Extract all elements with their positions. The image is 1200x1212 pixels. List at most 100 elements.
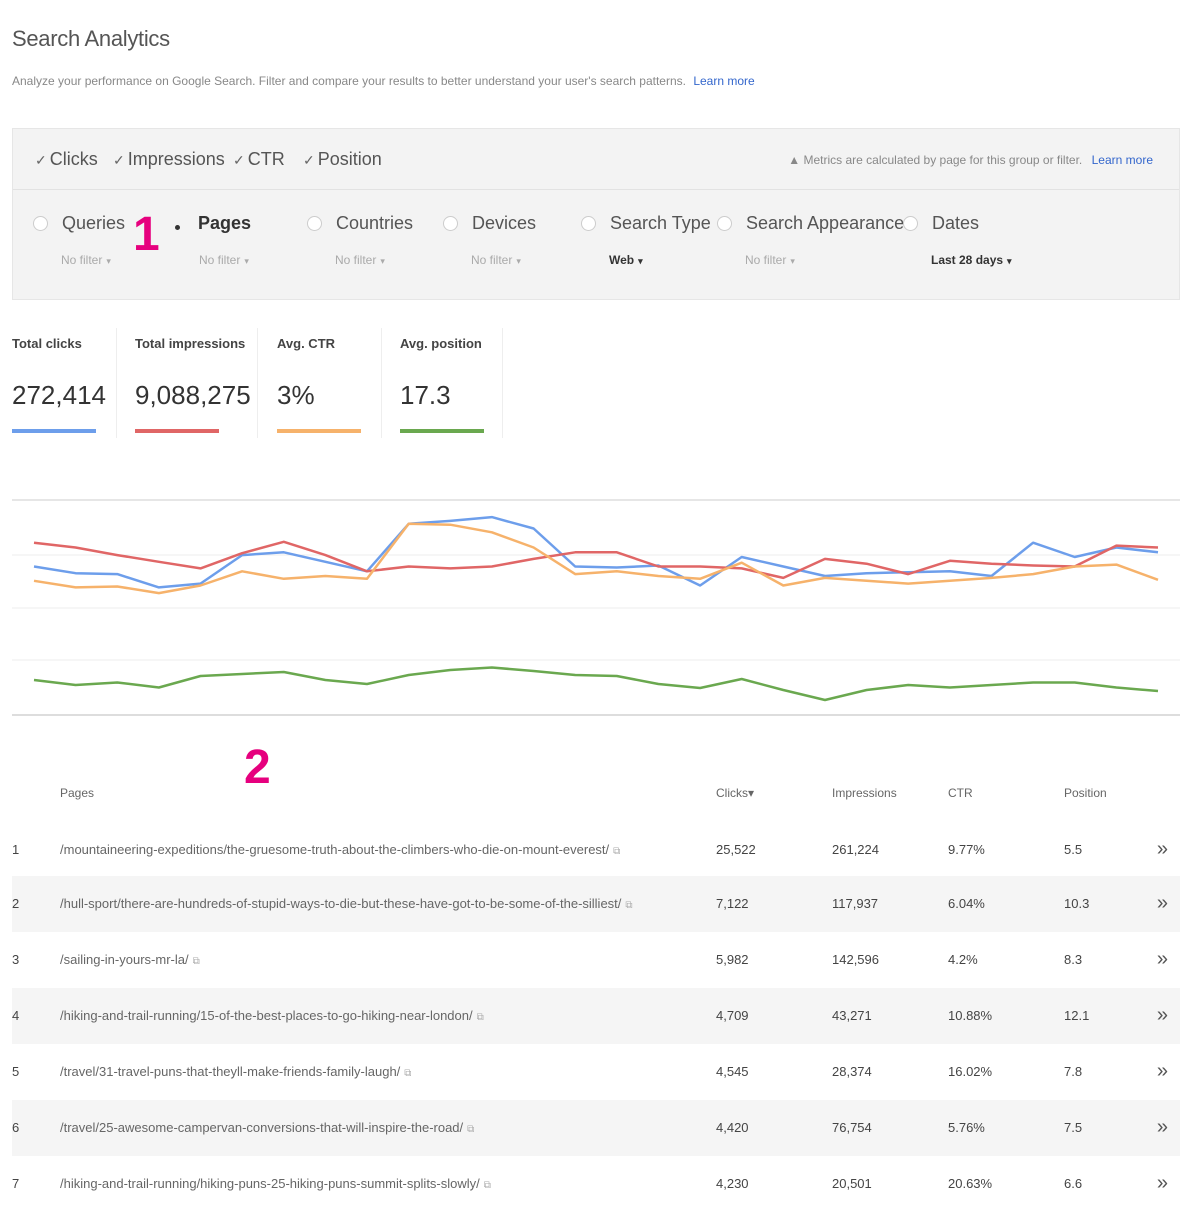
table-row[interactable]: 4/hiking-and-trail-running/15-of-the-bes… — [12, 988, 1180, 1044]
radio-icon[interactable] — [307, 216, 322, 231]
row-details-arrow-icon[interactable]: » — [1157, 838, 1168, 861]
row-details-arrow-icon[interactable]: » — [1157, 948, 1168, 971]
row-details-arrow-icon[interactable]: » — [1157, 892, 1168, 915]
card-label: Avg. CTR — [277, 336, 336, 351]
card-label: Total clicks — [12, 336, 82, 351]
row-page-url[interactable]: /mountaineering-expeditions/the-gruesome… — [60, 842, 609, 857]
radio-icon[interactable] — [443, 216, 458, 231]
column-header-impressions[interactable]: Impressions — [832, 786, 897, 800]
card-color-bar — [135, 429, 219, 433]
card-value: 9,088,275 — [135, 380, 251, 410]
filter-value[interactable]: No filter ▾ — [471, 253, 521, 267]
page-title: Search Analytics — [12, 26, 170, 51]
row-page-cell[interactable]: /hull-sport/there-are-hundreds-of-stupid… — [60, 896, 633, 911]
row-impressions: 142,596 — [832, 952, 879, 967]
external-link-icon[interactable]: ⧉ — [625, 900, 632, 911]
metrics-learn-more-link[interactable]: Learn more — [1092, 153, 1153, 167]
row-clicks: 5,982 — [716, 952, 749, 967]
table-row[interactable]: 5/travel/31-travel-puns-that-theyll-make… — [12, 1044, 1180, 1100]
row-page-cell[interactable]: /hiking-and-trail-running/15-of-the-best… — [60, 1008, 484, 1023]
filter-queries[interactable]: Queries No filter ▾ — [33, 213, 125, 267]
card-label: Total impressions — [135, 336, 246, 351]
filter-countries[interactable]: Countries No filter ▾ — [307, 213, 413, 267]
caret-down-icon: ▾ — [244, 256, 249, 266]
performance-chart — [12, 499, 1180, 716]
row-ctr: 6.04% — [948, 896, 985, 911]
row-page-cell[interactable]: /travel/31-travel-puns-that-theyll-make-… — [60, 1064, 411, 1079]
radio-selected-icon[interactable] — [171, 217, 184, 230]
series-line-avg-position — [33, 666, 1159, 702]
caret-down-icon: ▾ — [638, 256, 643, 266]
filter-search-appearance[interactable]: Search Appearance No filter ▾ — [717, 213, 904, 267]
row-page-cell[interactable]: /mountaineering-expeditions/the-gruesome… — [60, 842, 620, 857]
external-link-icon[interactable]: ⧉ — [404, 1068, 411, 1079]
row-page-url[interactable]: /hiking-and-trail-running/hiking-puns-25… — [60, 1176, 480, 1191]
column-header-ctr[interactable]: CTR — [948, 786, 973, 800]
column-header-pages[interactable]: Pages — [60, 786, 94, 800]
row-page-url[interactable]: /travel/31-travel-puns-that-theyll-make-… — [60, 1064, 400, 1079]
row-ctr: 5.76% — [948, 1120, 985, 1135]
external-link-icon[interactable]: ⧉ — [467, 1124, 474, 1135]
filter-value[interactable]: No filter ▾ — [335, 253, 385, 267]
filter-value[interactable]: No filter ▾ — [199, 253, 249, 267]
row-details-arrow-icon[interactable]: » — [1157, 1004, 1168, 1027]
row-page-url[interactable]: /sailing-in-yours-mr-la/ — [60, 952, 189, 967]
row-page-url[interactable]: /hull-sport/there-are-hundreds-of-stupid… — [60, 896, 621, 911]
metric-toggle-impressions[interactable]: ✓ Impressions — [113, 149, 225, 170]
filter-pages[interactable]: Pages No filter ▾ — [171, 213, 251, 267]
external-link-icon[interactable]: ⧉ — [613, 846, 620, 857]
learn-more-link[interactable]: Learn more — [693, 74, 754, 88]
filter-search-type[interactable]: Search Type Web ▾ — [581, 213, 711, 267]
caret-down-icon: ▾ — [790, 256, 795, 266]
row-details-arrow-icon[interactable]: » — [1157, 1172, 1168, 1195]
row-ctr: 10.88% — [948, 1008, 993, 1023]
row-details-arrow-icon[interactable]: » — [1157, 1116, 1168, 1139]
column-header-position[interactable]: Position — [1064, 786, 1107, 800]
row-impressions: 261,224 — [832, 842, 879, 857]
metric-toggle-clicks[interactable]: ✓ Clicks — [35, 149, 98, 170]
filter-value[interactable]: No filter ▾ — [745, 253, 795, 267]
warning-icon: ▲ — [788, 153, 801, 167]
external-link-icon[interactable]: ⧉ — [477, 1012, 484, 1023]
external-link-icon[interactable]: ⧉ — [484, 1180, 491, 1191]
row-ctr: 16.02% — [948, 1064, 993, 1079]
filter-value[interactable]: No filter ▾ — [61, 253, 111, 267]
table-row[interactable]: 7/hiking-and-trail-running/hiking-puns-2… — [12, 1156, 1180, 1212]
column-header-clicks[interactable]: Clicks▾ — [716, 786, 754, 800]
avg-position-card[interactable]: Avg. position 17.3 — [400, 328, 503, 438]
row-clicks: 4,545 — [716, 1064, 749, 1079]
radio-icon[interactable] — [717, 216, 732, 231]
total-clicks-card[interactable]: Total clicks 272,414 — [12, 328, 117, 438]
radio-icon[interactable] — [33, 216, 48, 231]
radio-icon[interactable] — [903, 216, 918, 231]
row-details-arrow-icon[interactable]: » — [1157, 1060, 1168, 1083]
row-impressions: 117,937 — [832, 896, 879, 911]
card-value: 3% — [277, 380, 315, 410]
row-page-url[interactable]: /travel/25-awesome-campervan-conversions… — [60, 1120, 463, 1135]
row-page-cell[interactable]: /hiking-and-trail-running/hiking-puns-25… — [60, 1176, 491, 1191]
filter-devices[interactable]: Devices No filter ▾ — [443, 213, 536, 267]
external-link-icon[interactable]: ⧉ — [193, 956, 200, 967]
table-row[interactable]: 3/sailing-in-yours-mr-la/ ⧉ 5,982 142,596 4.… — [12, 932, 1180, 988]
metric-toggle-position[interactable]: ✓ Position — [303, 149, 382, 170]
avg-ctr-card[interactable]: Avg. CTR 3% — [277, 328, 382, 438]
filter-value[interactable]: Last 28 days ▾ — [931, 253, 1012, 267]
table-row[interactable]: 1/mountaineering-expeditions/the-gruesom… — [12, 822, 1180, 878]
radio-icon[interactable] — [581, 216, 596, 231]
row-position: 6.6 — [1064, 1176, 1083, 1191]
row-rank: 3 — [12, 952, 20, 967]
filter-value[interactable]: Web ▾ — [609, 253, 643, 267]
row-page-cell[interactable]: /travel/25-awesome-campervan-conversions… — [60, 1120, 474, 1135]
table-row[interactable]: 2/hull-sport/there-are-hundreds-of-stupi… — [12, 876, 1180, 932]
check-icon: ✓ — [35, 152, 47, 168]
row-page-url[interactable]: /hiking-and-trail-running/15-of-the-best… — [60, 1008, 473, 1023]
row-page-cell[interactable]: /sailing-in-yours-mr-la/ ⧉ — [60, 952, 200, 967]
page-subtitle: Analyze your performance on Google Searc… — [12, 74, 755, 88]
metric-toggle-ctr[interactable]: ✓ CTR — [233, 149, 285, 170]
table-row[interactable]: 6/travel/25-awesome-campervan-conversion… — [12, 1100, 1180, 1156]
filter-dates[interactable]: Dates Last 28 days ▾ — [903, 213, 1012, 267]
row-clicks: 7,122 — [716, 896, 749, 911]
row-clicks: 4,709 — [716, 1008, 749, 1023]
annotation-number: 2 — [244, 741, 271, 794]
total-impressions-card[interactable]: Total impressions 9,088,275 — [135, 328, 258, 438]
